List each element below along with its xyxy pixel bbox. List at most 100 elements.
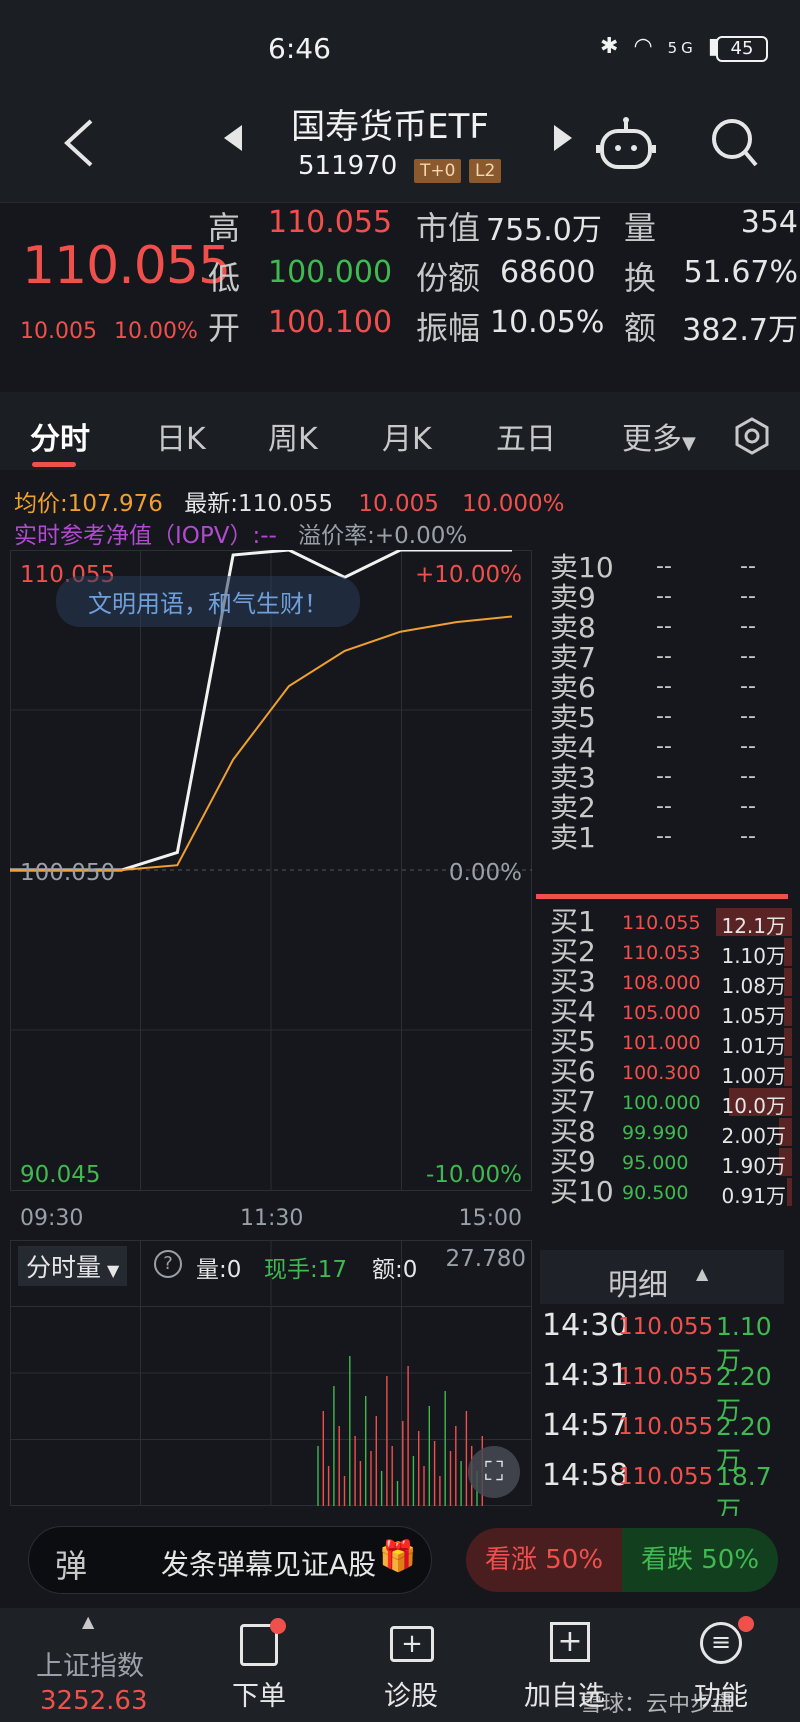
ask-label: 卖2 bbox=[550, 791, 596, 824]
bid-label: 买6 bbox=[550, 1055, 596, 1088]
bid-price: 110.053 bbox=[622, 942, 701, 964]
low-value: 100.000 bbox=[268, 255, 393, 290]
detail-row: 14:57 110.055 2.20万 bbox=[540, 1404, 792, 1475]
bid-price: 108.000 bbox=[622, 972, 701, 994]
details-header[interactable]: 明细 ▲ bbox=[540, 1250, 784, 1304]
ask-label: 卖7 bbox=[550, 641, 596, 674]
ask-label: 卖3 bbox=[550, 761, 596, 794]
bid-volume: 10.0万 bbox=[721, 1094, 786, 1118]
bid-price: 100.300 bbox=[622, 1062, 701, 1084]
index-name: 上证指数 bbox=[36, 1651, 144, 1682]
amount-value: 382.7万 bbox=[682, 313, 798, 348]
ask-label: 卖10 bbox=[550, 551, 614, 584]
diagnose-icon: + bbox=[390, 1626, 434, 1662]
turnover-label: 换 bbox=[624, 259, 657, 297]
tab-daily-k[interactable]: 日K bbox=[156, 414, 206, 458]
chart-mid-pct: 0.00% bbox=[448, 860, 522, 886]
wifi-icon: ◠ bbox=[633, 34, 657, 59]
bid-price: 110.055 bbox=[622, 912, 701, 934]
bottom-nav: ▲ 上证指数 3252.63 下单 + 诊股 + 加自选 ≡ 功能 雪球：云中步… bbox=[0, 1608, 800, 1722]
series-line-1 bbox=[10, 615, 513, 871]
ask-volume: -- bbox=[740, 584, 756, 609]
ask-label: 卖6 bbox=[550, 671, 596, 704]
avg-label: 均价: bbox=[14, 491, 68, 517]
bid-price: 101.000 bbox=[622, 1032, 701, 1054]
gift-icon: 🎁 bbox=[379, 1539, 417, 1574]
time-label-end: 15:00 bbox=[458, 1206, 522, 1231]
ask-price: -- bbox=[656, 734, 672, 759]
search-icon[interactable] bbox=[708, 115, 760, 171]
detail-time: 14:31 bbox=[542, 1358, 629, 1393]
latest-label: 最新: bbox=[184, 491, 238, 517]
prev-stock-icon[interactable] bbox=[222, 123, 244, 153]
index-ticker[interactable]: ▲ 上证指数 3252.63 bbox=[20, 1608, 170, 1722]
detail-price: 110.055 bbox=[618, 1364, 714, 1390]
tab-intraday[interactable]: 分时 bbox=[30, 414, 90, 458]
intraday-chart[interactable]: 110.055 +10.00% 100.050 0.00% 90.045 -10… bbox=[10, 548, 532, 1231]
settings-hex-icon[interactable] bbox=[732, 416, 772, 456]
change-value: 10.005 bbox=[20, 319, 97, 344]
volume-type-label: 分时量 bbox=[26, 1253, 102, 1282]
danmu-strip: 弹 发条弹幕见证A股 🎁 看涨 50% 看跌 50% bbox=[0, 1516, 800, 1608]
amplitude-label: 振幅 bbox=[416, 309, 481, 347]
ask-volume: -- bbox=[740, 614, 756, 639]
ask-label: 卖4 bbox=[550, 731, 596, 764]
volume-type-dropdown[interactable]: 分时量 ▼ bbox=[18, 1246, 128, 1286]
ask-volume: -- bbox=[740, 734, 756, 759]
detail-time: 14:30 bbox=[542, 1308, 629, 1343]
order-label: 下单 bbox=[232, 1681, 286, 1712]
fullscreen-icon[interactable]: ⛶ bbox=[468, 1446, 520, 1498]
ask-price: -- bbox=[656, 584, 672, 609]
detail-time: 14:57 bbox=[542, 1408, 629, 1443]
detail-price: 110.055 bbox=[618, 1464, 714, 1490]
status-bar: 6:46 ✱ ◠ 5G ▮ 45 bbox=[0, 0, 800, 95]
chart-top-pct: +10.00% bbox=[415, 562, 522, 588]
bullish-button[interactable]: 看涨 50% bbox=[466, 1528, 622, 1592]
premium-rate: 溢价率:+0.00% bbox=[298, 523, 468, 549]
tab-monthly-k[interactable]: 月K bbox=[382, 414, 432, 458]
status-time: 6:46 bbox=[268, 32, 331, 65]
ask-price: -- bbox=[656, 794, 672, 819]
ask-label: 卖5 bbox=[550, 701, 596, 734]
chart-bottom-pct: -10.00% bbox=[426, 1162, 522, 1188]
bid-volume: 1.01万 bbox=[721, 1034, 786, 1058]
ask-price: -- bbox=[656, 704, 672, 729]
tab-weekly-k[interactable]: 周K bbox=[268, 414, 318, 458]
time-label-start: 09:30 bbox=[20, 1206, 84, 1231]
menu-icon: ≡ bbox=[700, 1622, 742, 1664]
diagnose-nav-button[interactable]: + 诊股 bbox=[352, 1608, 472, 1722]
bid-label: 买3 bbox=[550, 965, 596, 998]
last-price: 110.055 bbox=[22, 236, 231, 296]
network-label: 5G bbox=[667, 39, 697, 57]
back-arrow-icon[interactable] bbox=[55, 113, 105, 173]
ask-level-row[interactable]: 卖1 -- -- bbox=[540, 822, 792, 855]
amplitude-value: 10.05% bbox=[490, 305, 605, 340]
bid-volume: 1.08万 bbox=[721, 974, 786, 998]
tab-five-day[interactable]: 五日 bbox=[496, 414, 556, 458]
add-icon: + bbox=[550, 1622, 590, 1662]
volume-chart[interactable]: 分时量 ▼ ? 量:0 现手:17 额:0 27.780 ⛶ bbox=[10, 1240, 532, 1506]
detail-row: 14:58 110.055 18.7万 bbox=[540, 1454, 792, 1525]
next-stock-icon[interactable] bbox=[552, 123, 574, 153]
bid-price: 90.500 bbox=[622, 1182, 689, 1204]
tab-more[interactable]: 更多▼ bbox=[622, 414, 696, 458]
turnover-value: 51.67% bbox=[683, 255, 798, 290]
detail-price: 110.055 bbox=[618, 1314, 714, 1340]
robot-icon[interactable] bbox=[596, 115, 656, 175]
battery-icon: 45 bbox=[716, 36, 768, 62]
shares-value: 68600 bbox=[500, 255, 596, 290]
dropdown-triangle-icon: ▼ bbox=[682, 433, 696, 454]
header: 国寿货币ETF 511970 T+0 L2 bbox=[0, 95, 800, 202]
danmu-bubble: 文明用语，和气生财！ bbox=[56, 576, 360, 627]
avg-value: 107.976 bbox=[67, 491, 163, 517]
chart-tabs: 分时 日K 周K 月K 五日 更多▼ bbox=[0, 392, 800, 470]
bearish-button[interactable]: 看跌 50% bbox=[622, 1528, 778, 1592]
ask-price: -- bbox=[656, 644, 672, 669]
order-nav-button[interactable]: 下单 bbox=[200, 1608, 320, 1722]
danmu-input[interactable]: 弹 发条弹幕见证A股 🎁 bbox=[28, 1526, 432, 1594]
ask-volume: -- bbox=[740, 824, 756, 849]
bid-level-row[interactable]: 买10 90.500 0.91万 bbox=[540, 1176, 792, 1209]
ask-volume: -- bbox=[740, 644, 756, 669]
ask-label: 卖9 bbox=[550, 581, 596, 614]
help-icon[interactable]: ? bbox=[154, 1250, 182, 1278]
